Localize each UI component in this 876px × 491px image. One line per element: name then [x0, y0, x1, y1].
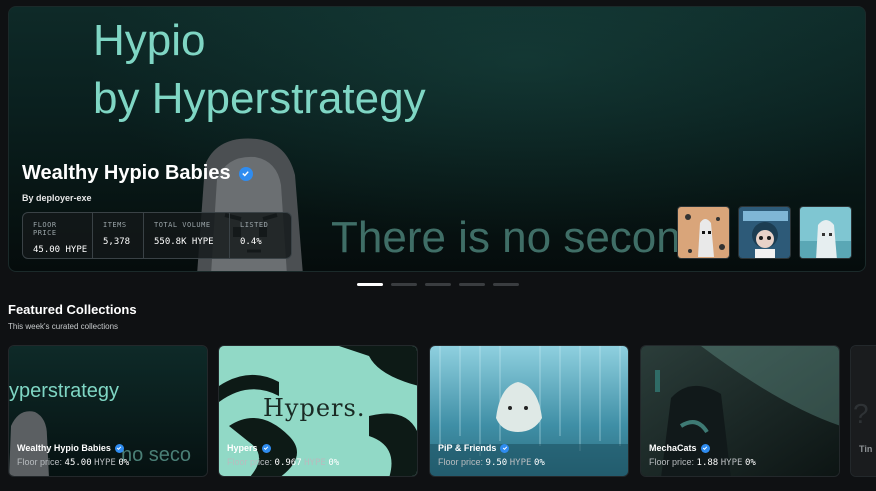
card-meta: Hypers Floor price: 0.967 HYPE 0%	[227, 443, 339, 468]
card-banner-slogan: no seco	[121, 444, 192, 466]
verified-badge-icon	[261, 443, 271, 453]
carousel-dot-3[interactable]	[425, 283, 451, 286]
card-meta: Tin	[859, 444, 872, 468]
card-floor-price: Floor price: 1.88 HYPE 0%	[649, 457, 756, 468]
featured-section-subtitle: This week's curated collections	[8, 322, 119, 331]
hero-collection-title[interactable]: Wealthy Hypio Babies	[22, 162, 231, 185]
card-meta: MechaCats Floor price: 1.88 HYPE 0%	[649, 443, 756, 468]
card-floor-price: Floor price: 45.00 HYPE 0%	[17, 457, 129, 468]
stat-total-volume: TOTAL VOLUME 550.8K HYPE	[144, 213, 230, 258]
hero-nft-thumbnails	[677, 206, 852, 259]
card-banner-text: yperstrategy	[9, 380, 120, 402]
nft-thumbnail[interactable]	[738, 206, 791, 259]
stat-value: 5,378	[103, 237, 131, 247]
floor-price-change: 0%	[118, 458, 130, 468]
collection-card-mechacats[interactable]: MechaCats Floor price: 1.88 HYPE 0%	[640, 345, 840, 477]
floor-price-label: Floor price:	[649, 457, 695, 467]
floor-price-unit: HYPE	[509, 458, 532, 468]
card-banner-text: Hypers.	[263, 394, 366, 422]
card-collection-name: Wealthy Hypio Babies	[17, 443, 111, 453]
floor-price-value: 9.50	[485, 458, 508, 468]
hero-creator[interactable]: By deployer-exe	[22, 193, 92, 203]
card-banner-text: ?	[853, 398, 869, 429]
stat-label: TOTAL VOLUME	[154, 221, 211, 229]
carousel-dot-5[interactable]	[493, 283, 519, 286]
card-title-row: MechaCats	[649, 443, 756, 453]
floor-price-unit: HYPE	[94, 458, 116, 468]
carousel-dot-1[interactable]	[357, 283, 383, 286]
hero-background-text-line1: Hypio	[93, 16, 206, 65]
carousel-indicators	[357, 283, 519, 286]
verified-badge-icon	[238, 166, 253, 181]
collection-card-wealthy-hypio-babies[interactable]: yperstrategy no seco Wealthy Hypio Babie…	[8, 345, 208, 477]
floor-price-value: 45.00	[64, 458, 92, 468]
collection-card-hypers[interactable]: Hypers. Hypers Floor price: 0.967 HYPE 0…	[218, 345, 418, 477]
floor-price-unit: HYPE	[720, 458, 743, 468]
card-floor-price: Floor price: 0.967 HYPE 0%	[227, 457, 339, 468]
collection-card-pip-and-friends[interactable]: PiP & Friends Floor price: 9.50 HYPE 0%	[429, 345, 629, 477]
floor-price-label: Floor price:	[17, 457, 63, 467]
hero-banner[interactable]: Hypio by Hyperstrategy There is no secon…	[8, 6, 866, 272]
carousel-dot-2[interactable]	[391, 283, 417, 286]
hero-background-slogan: There is no second	[331, 213, 706, 262]
stat-value: 550.8K HYPE	[154, 237, 214, 247]
featured-collections-carousel: yperstrategy no seco Wealthy Hypio Babie…	[8, 345, 876, 477]
floor-price-label: Floor price:	[438, 457, 484, 467]
stat-label: LISTED	[240, 221, 269, 229]
stat-listed: LISTED 0.4%	[230, 213, 290, 258]
nft-thumbnail[interactable]	[677, 206, 730, 259]
verified-badge-icon	[500, 443, 510, 453]
hero-background-text-line2: by Hyperstrategy	[93, 74, 426, 123]
card-meta: Wealthy Hypio Babies Floor price: 45.00 …	[17, 443, 129, 468]
floor-price-value: 0.967	[274, 458, 302, 468]
card-title-row: Wealthy Hypio Babies	[17, 443, 129, 453]
card-meta: PiP & Friends Floor price: 9.50 HYPE 0%	[438, 443, 545, 468]
card-floor-price	[859, 458, 872, 468]
stat-label: ITEMS	[103, 221, 127, 229]
card-title-row: PiP & Friends	[438, 443, 545, 453]
stat-value: 0.4%	[240, 237, 262, 247]
card-collection-name: Hypers	[227, 443, 258, 453]
floor-price-change: 0%	[328, 458, 340, 468]
collection-stats: FLOOR PRICE 45.00 HYPE ITEMS 5,378 TOTAL…	[22, 212, 292, 259]
card-collection-name: Tin	[859, 444, 873, 454]
card-collection-name: PiP & Friends	[438, 443, 497, 453]
stat-items: ITEMS 5,378	[93, 213, 144, 258]
card-collection-name: MechaCats	[649, 443, 697, 453]
floor-price-unit: HYPE	[304, 458, 326, 468]
floor-price-value: 1.88	[696, 458, 719, 468]
collection-card-partial[interactable]: ? Tin	[850, 345, 876, 477]
featured-section-title: Featured Collections	[8, 302, 137, 317]
stat-value: 45.00 HYPE	[33, 245, 88, 255]
hero-title-row: Wealthy Hypio Babies	[22, 162, 253, 185]
floor-price-change: 0%	[533, 458, 545, 468]
card-title-row: Hypers	[227, 443, 339, 453]
card-floor-price: Floor price: 9.50 HYPE 0%	[438, 457, 545, 468]
verified-badge-icon	[700, 443, 710, 453]
nft-thumbnail[interactable]	[799, 206, 852, 259]
floor-price-change: 0%	[744, 458, 756, 468]
card-title-row: Tin	[859, 444, 872, 454]
floor-price-label: Floor price:	[227, 457, 273, 467]
stat-label: FLOOR PRICE	[33, 221, 57, 237]
carousel-dot-4[interactable]	[459, 283, 485, 286]
verified-badge-icon	[114, 443, 124, 453]
stat-floor-price: FLOOR PRICE 45.00 HYPE	[23, 213, 93, 258]
